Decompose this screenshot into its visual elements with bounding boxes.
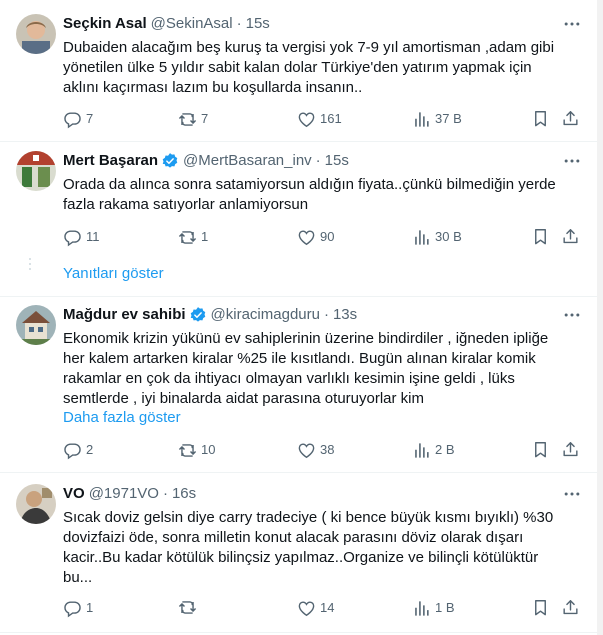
author-name[interactable]: Mağdur ev sahibi: [63, 305, 186, 325]
reply-button[interactable]: 2: [63, 440, 93, 460]
tweet-header: Mert Başaran @MertBasaran_inv · 15s: [63, 151, 349, 171]
retweet-button[interactable]: 1: [178, 227, 208, 247]
like-icon: [297, 110, 316, 129]
timestamp[interactable]: 16s: [172, 484, 196, 504]
retweet-icon: [178, 110, 197, 129]
bookmark-button[interactable]: [531, 598, 550, 617]
share-icon: [561, 109, 580, 128]
separator-dot: ·: [315, 152, 321, 169]
author-handle[interactable]: @1971VO: [89, 484, 159, 504]
separator-dot: ·: [162, 485, 168, 502]
retweet-icon: [178, 441, 197, 460]
divider: [0, 296, 597, 297]
scrollbar[interactable]: [597, 0, 603, 635]
more-icon[interactable]: [562, 14, 582, 34]
author-name[interactable]: VO: [63, 484, 85, 504]
retweet-button[interactable]: 7: [178, 109, 208, 129]
reply-button[interactable]: 7: [63, 109, 93, 129]
avatar[interactable]: [16, 151, 56, 191]
timestamp[interactable]: 15s: [325, 151, 349, 171]
reply-icon: [63, 110, 82, 129]
author-handle[interactable]: @SekinAsal: [151, 14, 233, 34]
views-icon: [412, 110, 431, 129]
like-button[interactable]: 38: [297, 440, 334, 460]
thread-dots: [29, 258, 32, 273]
tweet-text: Sıcak doviz gelsin diye carry tradeciye …: [63, 509, 554, 586]
more-icon[interactable]: [562, 151, 582, 171]
like-icon: [297, 599, 316, 618]
author-name[interactable]: Seçkin Asal: [63, 14, 147, 34]
like-icon: [297, 228, 316, 247]
avatar[interactable]: [16, 484, 56, 524]
author-name[interactable]: Mert Başaran: [63, 151, 158, 171]
timestamp[interactable]: 15s: [246, 14, 270, 34]
author-handle[interactable]: @MertBasaran_inv: [183, 151, 312, 171]
tweet-actions: 2 10 38 2 B: [0, 440, 597, 460]
verified-icon: [161, 152, 179, 170]
more-icon[interactable]: [562, 484, 582, 504]
tweet-actions: 11 1 90 30 B: [0, 227, 597, 247]
reply-button[interactable]: 1: [63, 598, 93, 618]
timestamp[interactable]: 13s: [333, 305, 357, 325]
bookmark-button[interactable]: [531, 109, 550, 128]
share-icon: [561, 440, 580, 459]
views-icon: [412, 228, 431, 247]
share-button[interactable]: [561, 227, 580, 246]
reply-icon: [63, 228, 82, 247]
views-icon: [412, 441, 431, 460]
tweet-header: Mağdur ev sahibi @kiracimagduru · 13s: [63, 305, 357, 325]
divider: [0, 141, 597, 142]
verified-icon: [189, 306, 207, 324]
bookmark-button[interactable]: [531, 227, 550, 246]
retweet-icon: [178, 598, 197, 617]
show-replies-link[interactable]: Yanıtları göster: [63, 264, 164, 284]
bookmark-icon: [531, 109, 550, 128]
divider: [0, 632, 597, 633]
reply-button[interactable]: 11: [63, 227, 100, 247]
share-button[interactable]: [561, 440, 580, 459]
avatar[interactable]: [16, 14, 56, 54]
like-icon: [297, 441, 316, 460]
more-icon[interactable]: [562, 305, 582, 325]
separator-dot: ·: [236, 15, 242, 32]
views-icon: [412, 599, 431, 618]
share-icon: [561, 598, 580, 617]
tweet-header: Seçkin Asal @SekinAsal · 15s: [63, 14, 270, 34]
author-handle[interactable]: @kiracimagduru: [211, 305, 320, 325]
retweet-button[interactable]: 10: [178, 440, 215, 460]
share-button[interactable]: [561, 109, 580, 128]
bookmark-icon: [531, 227, 550, 246]
views-button[interactable]: 2 B: [412, 440, 455, 460]
share-icon: [561, 227, 580, 246]
views-button[interactable]: 1 B: [412, 598, 455, 618]
avatar[interactable]: [16, 305, 56, 345]
like-button[interactable]: 161: [297, 109, 342, 129]
bookmark-button[interactable]: [531, 440, 550, 459]
views-button[interactable]: 30 B: [412, 227, 462, 247]
tweet-header: VO @1971VO · 16s: [63, 484, 196, 504]
tweet-text: Dubaiden alacağım beş kuruş ta vergisi y…: [63, 39, 555, 96]
tweet-text: Ekonomik krizin yükünü ev sahiplerinin ü…: [63, 330, 549, 407]
reply-icon: [63, 599, 82, 618]
share-button[interactable]: [561, 598, 580, 617]
like-button[interactable]: 90: [297, 227, 334, 247]
tweet-actions: 7 7 161 37 B: [0, 109, 597, 129]
bookmark-icon: [531, 440, 550, 459]
show-more-link[interactable]: Daha fazla göster: [63, 408, 181, 428]
reply-icon: [63, 441, 82, 460]
retweet-button[interactable]: [178, 598, 201, 617]
like-button[interactable]: 14: [297, 598, 334, 618]
separator-dot: ·: [323, 306, 329, 323]
bookmark-icon: [531, 598, 550, 617]
views-button[interactable]: 37 B: [412, 109, 462, 129]
retweet-icon: [178, 228, 197, 247]
tweet-text: Orada da alınca sonra satamiyorsun aldığ…: [63, 176, 556, 213]
divider: [0, 472, 597, 473]
tweet-actions: 1 14 1 B: [0, 598, 597, 618]
